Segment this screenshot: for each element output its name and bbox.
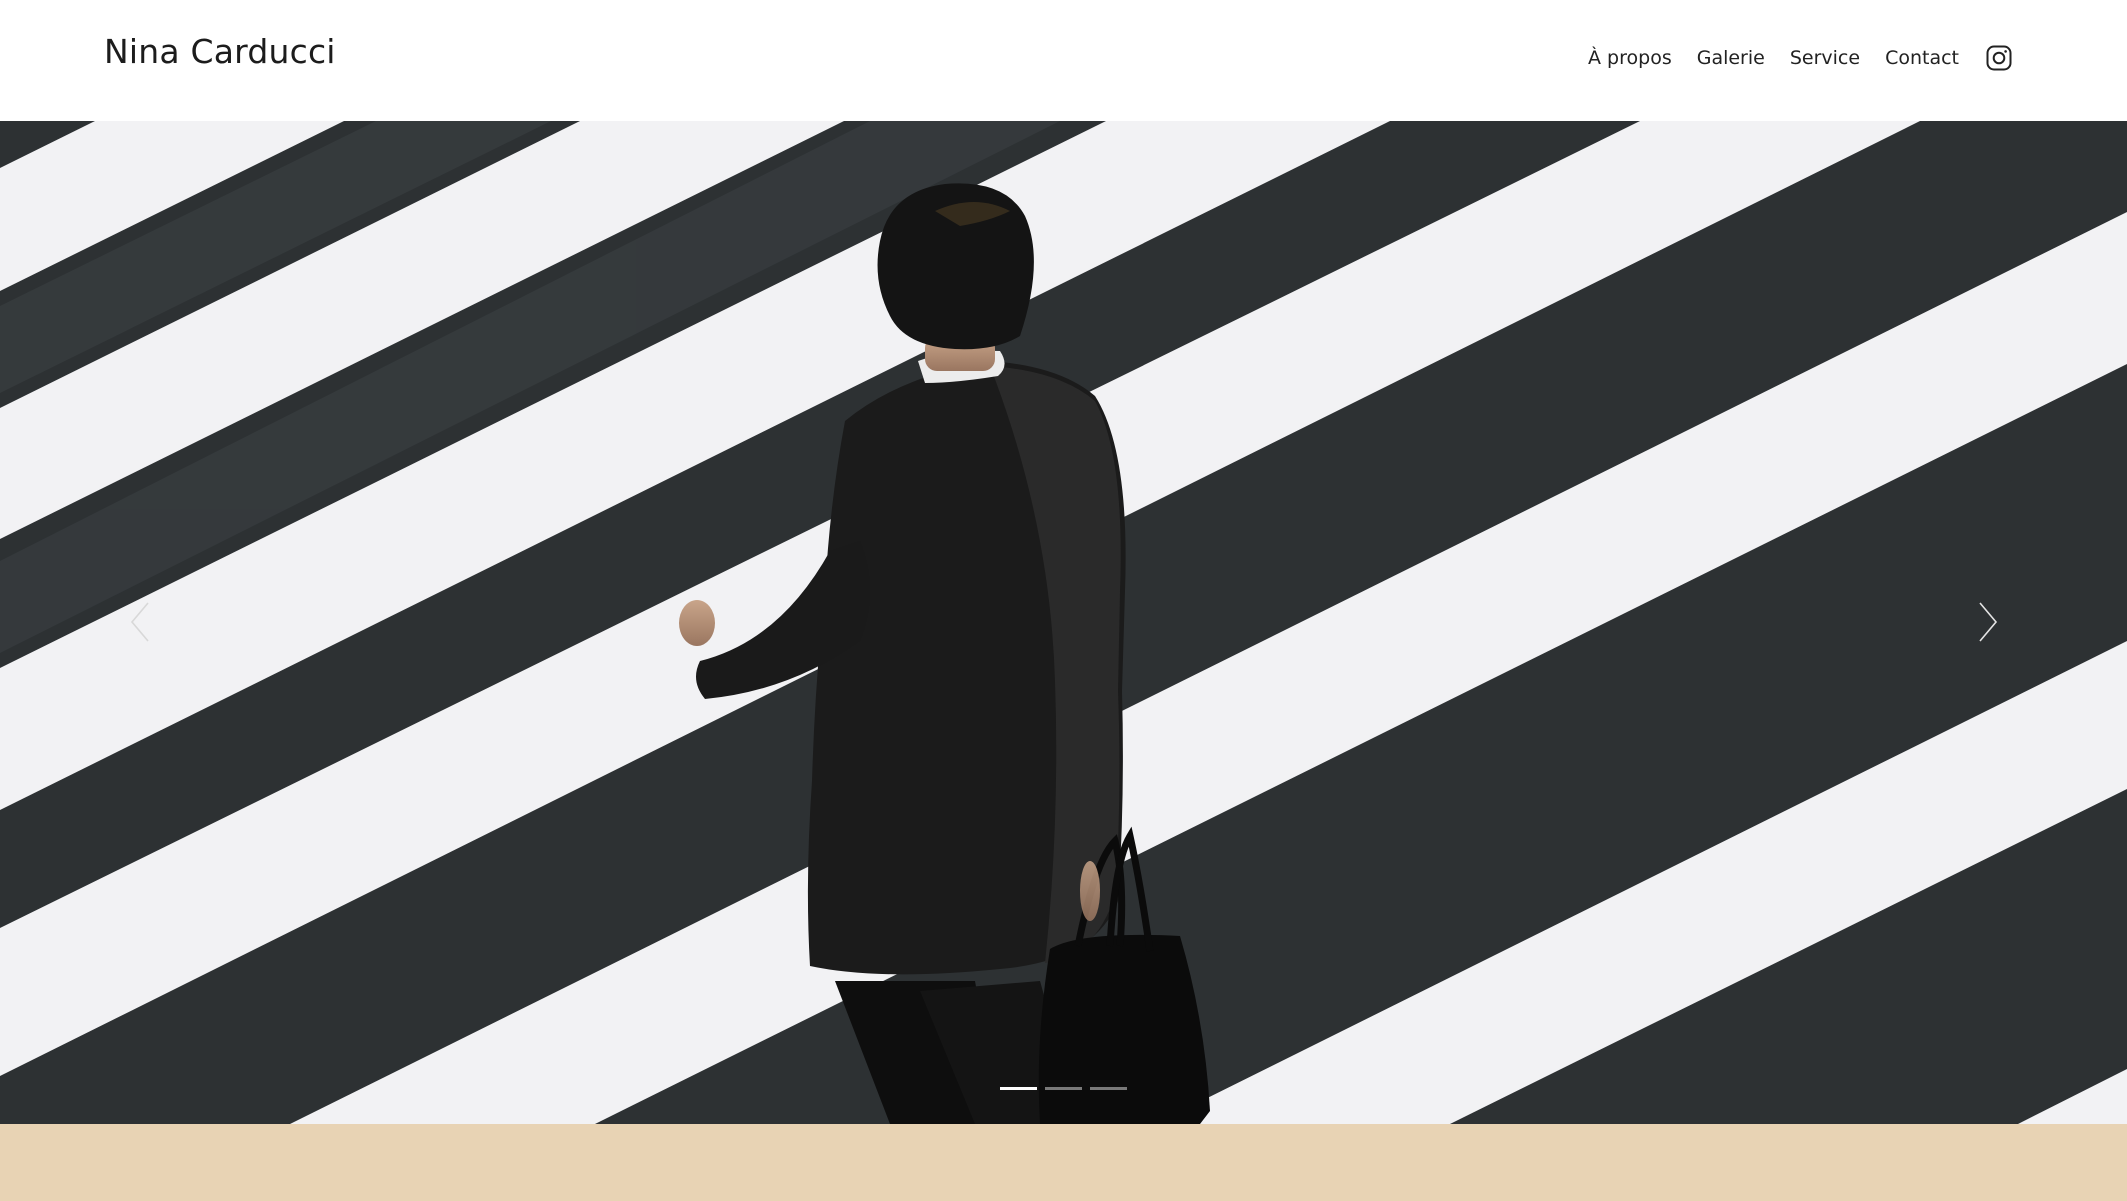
nav-link-galerie[interactable]: Galerie — [1697, 47, 1765, 69]
nav-link-service[interactable]: Service — [1790, 47, 1860, 69]
instagram-icon[interactable] — [1985, 44, 2013, 72]
carousel-indicator-3[interactable] — [1090, 1087, 1127, 1090]
nav-link-contact[interactable]: Contact — [1885, 47, 1959, 69]
carousel-indicator-1[interactable] — [1000, 1087, 1037, 1090]
hero-carousel[interactable] — [0, 121, 2127, 1124]
carousel-next-icon[interactable] — [1966, 597, 2006, 647]
carousel-indicators — [1000, 1087, 1127, 1090]
carousel-prev-icon[interactable] — [122, 597, 162, 647]
nav-link-a-propos[interactable]: À propos — [1588, 47, 1672, 69]
site-title[interactable]: Nina Carducci — [104, 32, 336, 71]
carousel-indicator-2[interactable] — [1045, 1087, 1082, 1090]
carousel-slide-photo — [0, 121, 2127, 1124]
site-header: Nina Carducci À propos Galerie Service C… — [0, 0, 2127, 121]
about-section-band — [0, 1124, 2127, 1201]
main-nav: À propos Galerie Service Contact — [1588, 44, 2013, 72]
